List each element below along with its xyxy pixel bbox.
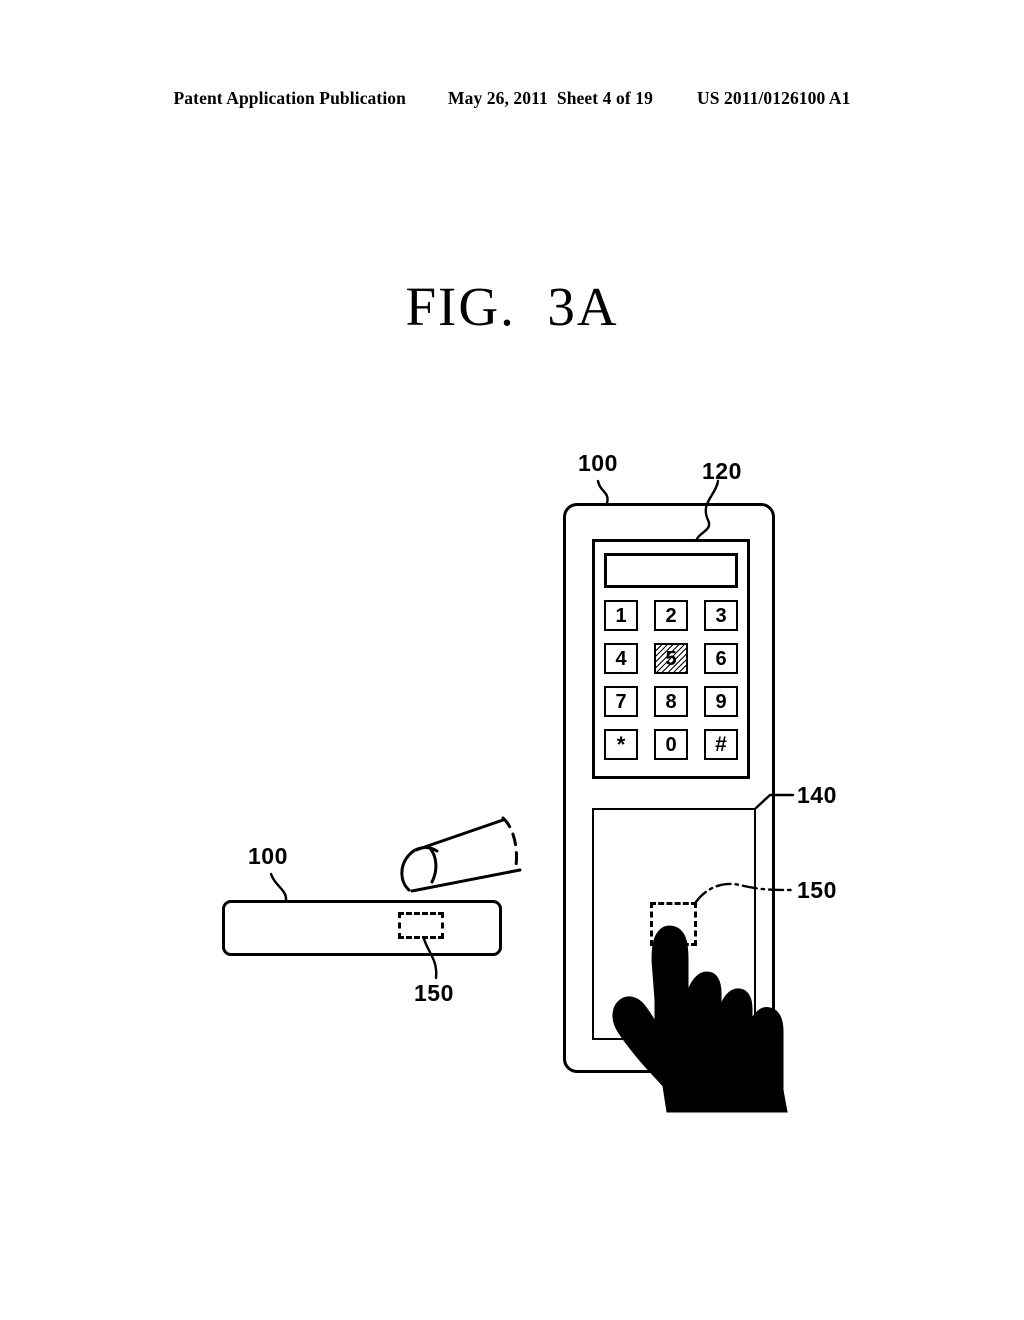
header-document-number: US 2011/0126100 A1 bbox=[696, 88, 851, 108]
keypad-key-2[interactable]: 2 bbox=[654, 600, 688, 631]
ref-numeral-100-front: 100 bbox=[578, 450, 618, 476]
keypad-grid: 1 2 3 4 5 6 7 8 9 * 0 # bbox=[604, 600, 738, 766]
device-side-body bbox=[222, 900, 502, 956]
leader-line-device-100-side bbox=[269, 872, 288, 902]
ref-numeral-100-side: 100 bbox=[248, 843, 288, 869]
ref-numeral-120: 120 bbox=[702, 458, 742, 484]
keypad-key-3[interactable]: 3 bbox=[704, 600, 738, 631]
ref-numeral-150-front: 150 bbox=[797, 877, 837, 903]
header-publication-text: Patent Application Publication bbox=[173, 88, 406, 108]
keypad-key-0[interactable]: 0 bbox=[654, 729, 688, 760]
drawing-overlay bbox=[269, 479, 795, 1113]
ref-numeral-150-side: 150 bbox=[414, 980, 454, 1006]
finger-tip-outline bbox=[400, 846, 439, 892]
side-view-region-dashed bbox=[398, 912, 444, 939]
keypad-key-5[interactable]: 5 bbox=[654, 643, 688, 674]
figure-title: FIG. 3A bbox=[405, 276, 619, 337]
touch-target-region-dashed bbox=[650, 902, 697, 946]
keypad-key-hash[interactable]: # bbox=[704, 729, 738, 760]
keypad-key-6[interactable]: 6 bbox=[704, 643, 738, 674]
finger-top-edge bbox=[414, 818, 505, 852]
keypad-key-8[interactable]: 8 bbox=[654, 686, 688, 717]
keypad-key-4[interactable]: 4 bbox=[604, 643, 638, 674]
header-date-text: May 26, 2011 bbox=[447, 88, 548, 108]
keypad-key-9[interactable]: 9 bbox=[704, 686, 738, 717]
keypad-key-1[interactable]: 1 bbox=[604, 600, 638, 631]
finger-nail-crease bbox=[428, 846, 438, 884]
keypad-key-7[interactable]: 7 bbox=[604, 686, 638, 717]
finger-bottom-edge bbox=[410, 868, 522, 893]
ref-numeral-140: 140 bbox=[797, 782, 837, 808]
keypad-key-star[interactable]: * bbox=[604, 729, 638, 760]
header-sheet-text: Sheet 4 of 19 bbox=[556, 88, 653, 108]
device-display bbox=[604, 553, 738, 588]
page-header: Patent Application Publication May 26, 2… bbox=[0, 88, 1024, 114]
finger-break-line bbox=[501, 816, 518, 868]
leader-line-device-100-front bbox=[596, 479, 609, 505]
